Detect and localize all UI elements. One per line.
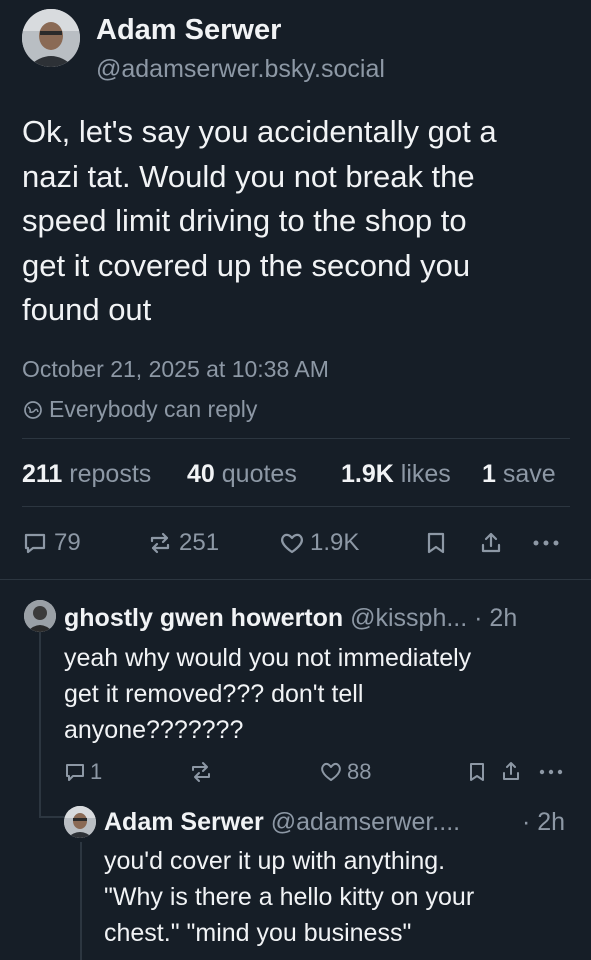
post-text: Ok, let's say you accidentally got a naz…: [22, 110, 497, 333]
saves-count: 1: [482, 460, 496, 488]
reply-thread-connector: [39, 816, 65, 818]
reply-time[interactable]: · 2h: [474, 604, 517, 632]
reply-text-line: you'd cover it up with anything.: [104, 847, 446, 875]
reply-save-button[interactable]: [466, 760, 488, 784]
reply-text-line: chest." "mind you business": [104, 919, 412, 947]
like-button[interactable]: [278, 530, 306, 556]
author-avatar[interactable]: [22, 9, 80, 67]
reply-text: yeah why would you not immediately get i…: [64, 640, 471, 748]
quotes-label: quotes: [221, 460, 297, 488]
quotes-stat[interactable]: 40 quotes: [187, 459, 297, 489]
divider: [22, 438, 570, 439]
reply-text-line: get it removed??? don't tell: [64, 680, 364, 708]
repost-count: 251: [179, 529, 220, 556]
likes-count: 1.9K: [341, 460, 394, 488]
nested-thread-line: [80, 842, 82, 960]
post-text-line: get it covered up the second you: [22, 247, 471, 283]
reply-count: 79: [54, 529, 81, 556]
reply-reply-count: 1: [90, 759, 103, 784]
bookmark-icon: [427, 532, 445, 554]
reply-text-line: "Why is there a hello kitty on your: [104, 883, 475, 911]
ellipsis-icon: [539, 769, 563, 775]
share-button[interactable]: [478, 530, 504, 556]
post-text-line: speed limit driving to the shop to: [22, 203, 467, 238]
reply-author-handle[interactable]: @kissph...: [350, 604, 467, 632]
reposts-label: reposts: [69, 460, 152, 488]
saves-label: save: [502, 460, 556, 488]
nested-reply-text: you'd cover it up with anything. "Why is…: [104, 843, 474, 951]
reply-like-count: 88: [347, 759, 372, 784]
saves-stat[interactable]: 1 save: [482, 459, 556, 489]
reply-setting[interactable]: Everybody can reply: [49, 395, 257, 423]
speech-bubble-icon: [24, 533, 46, 554]
divider: [0, 579, 591, 580]
reply-repost-button[interactable]: [188, 760, 214, 784]
reposts-count: 211: [22, 460, 63, 488]
author-handle[interactable]: @adamserwer.bsky.social: [96, 53, 385, 85]
nested-reply-author-name[interactable]: Adam Serwer: [104, 808, 264, 836]
repost-button[interactable]: [146, 530, 174, 556]
nested-reply-header: Adam Serwer @adamserwer....: [104, 807, 460, 837]
repost-arrows-icon: [150, 532, 170, 554]
reposts-stat[interactable]: 211 reposts: [22, 459, 151, 489]
heart-icon: [281, 533, 303, 554]
likes-stat[interactable]: 1.9K likes: [341, 459, 451, 489]
share-upload-icon: [481, 532, 501, 553]
globe-icon: [23, 400, 43, 420]
reply-reply-button[interactable]: [63, 760, 87, 784]
quotes-count: 40: [187, 460, 215, 488]
post-text-line: found out: [22, 292, 152, 327]
repost-arrows-icon: [192, 762, 210, 782]
reply-more-button[interactable]: [536, 760, 566, 784]
like-count: 1.9K: [310, 529, 360, 556]
post-timestamp[interactable]: October 21, 2025 at 10:38 AM: [22, 355, 329, 383]
speech-bubble-icon: [66, 764, 84, 781]
author-name[interactable]: Adam Serwer: [96, 13, 281, 47]
bookmark-icon: [470, 763, 484, 781]
reply-button[interactable]: [22, 530, 48, 556]
avatar-image: [64, 806, 96, 838]
reply-text-line: anyone???????: [64, 716, 244, 744]
share-upload-icon: [503, 762, 519, 780]
heart-icon: [321, 762, 341, 781]
reply-author-name[interactable]: ghostly gwen howerton: [64, 604, 343, 632]
reply-share-button[interactable]: [500, 760, 522, 784]
likes-label: likes: [400, 460, 451, 488]
reply-text-line: yeah why would you not immediately: [64, 644, 472, 672]
nested-reply-time[interactable]: · 2h: [522, 807, 565, 837]
reply-thread-line: [39, 628, 41, 818]
nested-reply-author-avatar[interactable]: [64, 806, 96, 838]
reply-author-avatar[interactable]: [24, 600, 56, 632]
nested-reply-author-handle[interactable]: @adamserwer....: [271, 808, 460, 836]
ellipsis-icon: [533, 540, 559, 546]
post-text-line: nazi tat. Would you not break the: [22, 158, 475, 194]
avatar-image: [22, 9, 80, 67]
divider: [22, 506, 570, 507]
more-button[interactable]: [530, 530, 562, 556]
post-text-line: Ok, let's say you accidentally got a: [22, 114, 497, 149]
avatar-image: [24, 600, 56, 632]
reply-header: ghostly gwen howerton @kissph... · 2h: [64, 603, 517, 633]
save-button[interactable]: [424, 530, 448, 556]
reply-like-button[interactable]: [318, 760, 344, 784]
